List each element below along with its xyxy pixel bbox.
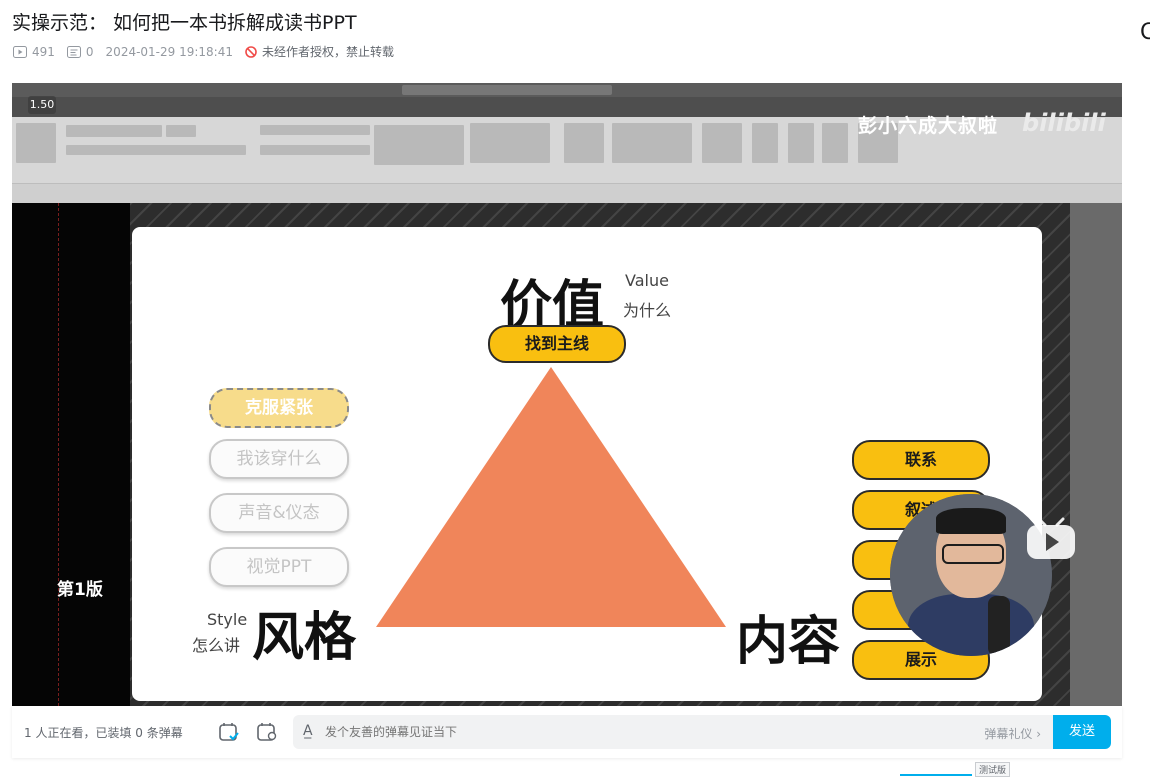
danmaku-stat: 0	[66, 44, 94, 59]
beta-tag: 测试版	[975, 762, 1011, 777]
danmaku-count: 0	[85, 44, 94, 59]
slide-thumbnails	[12, 203, 130, 706]
danmaku-count-icon	[66, 45, 81, 58]
copyright-text: 未经作者授权，禁止转载	[262, 45, 395, 59]
style-pill-3: 声音&仪态	[209, 493, 349, 533]
style-pill-1: 克服紧张	[209, 388, 349, 428]
top-subtitle-en: Value	[625, 271, 669, 290]
video-title: 实操示范： 如何把一本书拆解成读书PPT	[12, 12, 357, 34]
play-count-icon	[13, 45, 27, 58]
watching-status: 1 人正在看，已装填 0 条弹幕	[24, 726, 183, 740]
right-panel	[1070, 203, 1122, 706]
main-line-pill: 找到主线	[488, 325, 626, 363]
svg-text:bilibili: bilibili	[1022, 109, 1106, 137]
uploader-watermark: 彭小六成大叔啦	[858, 115, 999, 137]
content-title: 内容	[736, 612, 841, 672]
playback-speed-tag: 1.50	[28, 96, 56, 114]
edge-glyph: C	[1140, 20, 1150, 45]
style-subtitle-cn: 怎么讲	[192, 636, 241, 655]
style-pill-4: 视觉PPT	[209, 547, 349, 587]
style-title: 风格	[252, 608, 357, 668]
danmaku-etiquette-link[interactable]: 弹幕礼仪 ›	[984, 725, 1041, 742]
forbidden-icon	[245, 45, 257, 58]
ppt-search-box	[402, 85, 612, 95]
top-subtitle-cn: 为什么	[623, 301, 672, 320]
slide-version-label: 第1版	[57, 580, 103, 600]
danmaku-toggle-icon[interactable]	[218, 722, 240, 742]
send-button[interactable]: 发送	[1053, 715, 1111, 749]
play-icon[interactable]	[1025, 517, 1077, 561]
danmaku-input-box[interactable]: A̲ 弹幕礼仪 ›	[293, 715, 1053, 749]
text-style-icon[interactable]: A̲	[303, 723, 313, 739]
ppt-titlebar	[12, 83, 1122, 97]
bilibili-logo: bilibili	[1022, 107, 1108, 143]
danmaku-input[interactable]	[325, 725, 805, 739]
triangle-shape	[376, 367, 726, 627]
views-stat: 491	[13, 45, 55, 59]
style-pill-2: 我该穿什么	[209, 439, 349, 479]
ppt-format-bar	[12, 183, 1122, 204]
copyright-notice: 未经作者授权，禁止转载	[245, 43, 394, 60]
content-pill-1: 联系	[852, 440, 990, 480]
publish-time: 2024-01-29 19:18:41	[105, 44, 233, 59]
danmaku-settings-icon[interactable]	[256, 722, 278, 742]
video-meta: 491 0 2024-01-29 19:18:41 未经作者授权，禁止转载	[13, 43, 406, 60]
video-player[interactable]: 第1版 价值 Value 为什么 找到主线 克服紧张 我该穿什么 声音&仪态 视…	[12, 83, 1122, 706]
guide-line	[58, 203, 59, 706]
views-count: 491	[32, 44, 55, 59]
style-subtitle-en: Style	[207, 610, 248, 629]
danmaku-bar: 1 人正在看，已装填 0 条弹幕 A̲ 弹幕礼仪 › 发送	[12, 706, 1122, 758]
